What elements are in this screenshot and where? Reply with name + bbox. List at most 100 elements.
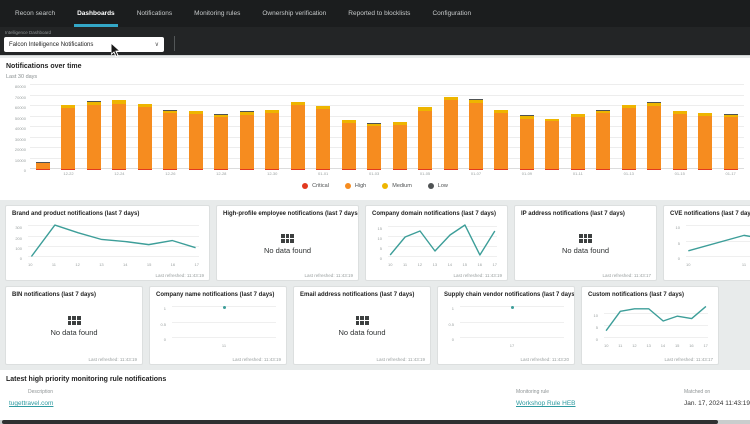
x-tick-label: 01-09 [520,171,534,176]
mini-x-tick: 16 [689,343,693,348]
bar-segment-high [367,126,381,169]
x-axis: 12-2212-2412-2612-2812-3001-0101-0301-05… [30,171,744,176]
mini-x-tick: 11 [222,343,226,348]
card-title: High-profile employee notifications (las… [223,211,352,218]
bar-01-06 [444,97,458,169]
monitoring-rule-link[interactable]: Workshop Rule HEB [516,400,576,407]
mini-gridline [172,322,276,323]
mini-line-chart: 10.50 11 [156,302,280,348]
mini-y-tick: 10 [594,313,598,318]
mini-x-tick: 17 [510,343,514,348]
legend-item-medium[interactable]: Medium [382,183,412,189]
bar-12-25 [138,104,152,169]
description-link[interactable]: tugettravel.com [9,400,53,407]
mini-y-tick: 10 [676,225,680,230]
x-tick-label [87,171,101,176]
bar-01-08 [494,110,508,169]
bar-segment-high [571,117,585,169]
tab-ownership-verification[interactable]: Ownership verification [251,0,337,27]
mini-x-tick: 14 [661,343,665,348]
card-title: Custom notifications (last 7 days) [588,292,712,299]
selector-label: Intelligence Dashboard [5,30,746,35]
tab-reported-to-blocklists[interactable]: Reported to blocklists [337,0,421,27]
bar-segment-high [469,103,483,169]
column-header-monitoring-rule: Monitoring rule [516,389,684,400]
line-series [28,223,199,257]
card-title: IP address notifications (last 7 days) [521,211,650,218]
mini-y-tick: 0 [380,256,382,261]
mini-y-tick: 0 [678,256,680,261]
column-header-description: Description [6,389,516,400]
bar-segment-high [418,111,432,169]
mini-y-axis: 1050 [588,304,601,338]
mini-x-tick: 14 [123,262,127,267]
x-tick-label [444,171,458,176]
tab-notifications[interactable]: Notifications [126,0,183,27]
mini-x-tick: 10 [604,343,608,348]
legend-item-critical[interactable]: Critical [302,183,329,189]
x-tick-label [189,171,203,176]
x-tick-label: 01-07 [469,171,483,176]
mini-plot-area [172,304,276,338]
tab-recon-search[interactable]: Recon search [4,0,66,27]
mini-x-tick: 17 [195,262,199,267]
tab-configuration[interactable]: Configuration [421,0,482,27]
bar-segment-high [138,107,152,168]
bar-12-31 [291,102,305,169]
legend-label: Medium [392,183,412,189]
latest-notifications-panel: Latest high priority monitoring rule not… [0,370,750,422]
legend-item-low[interactable]: Low [428,183,448,189]
last-refreshed: Last refreshed: 11:43:19 [233,357,281,362]
last-refreshed: Last refreshed: 11:43:19 [156,273,204,278]
y-axis: 8000070000600005000040000300002000010000… [6,85,30,169]
x-tick-label [647,171,661,176]
mini-x-tick: 13 [99,262,103,267]
mini-x-axis: 101112 [686,259,750,267]
cards-row-1: Brand and product notifications (last 7 … [0,200,750,281]
mini-y-tick: 0 [452,337,454,342]
mini-x-tick: 11 [618,343,622,348]
no-data-label: No data found [562,246,609,255]
mini-line-chart: 10.50 17 [444,302,568,348]
mini-plot-area [28,223,199,257]
no-data-label: No data found [50,328,97,337]
mini-x-tick: 15 [675,343,679,348]
x-tick-label [545,171,559,176]
bar-01-10 [545,119,559,169]
x-tick-label [698,171,712,176]
mini-x-tick: 12 [632,343,636,348]
mini-x-axis: 1011121314151617 [388,259,497,267]
bar-01-11 [571,114,585,169]
bar-12-26 [163,110,177,169]
mini-y-tick: 1 [452,306,454,311]
mini-x-axis: 1011121314151617 [28,259,199,267]
y-tick-label: 50000 [15,116,26,121]
scrollbar-thumb[interactable] [2,420,718,424]
tab-dashboards[interactable]: Dashboards [66,0,126,27]
tab-monitoring-rules[interactable]: Monitoring rules [183,0,251,27]
bar-segment-high [316,109,330,168]
legend-item-high[interactable]: High [345,183,366,189]
no-data-label: No data found [338,328,385,337]
chevron-down-icon: ∨ [155,41,159,48]
mini-y-axis: 10.50 [156,304,169,338]
x-tick-label: 01-01 [316,171,330,176]
mini-x-tick: 14 [448,262,452,267]
y-tick-label: 80000 [15,84,26,89]
bar-01-03 [367,123,381,169]
mini-y-axis: 10.50 [444,304,457,338]
mini-y-tick: 5 [596,325,598,330]
bar-segment-high [342,123,356,169]
column-header-matched-on: Matched on [684,389,750,400]
dashboard-selector[interactable]: Falcon Intelligence Notifications ∨ [4,37,164,52]
legend-label: Low [438,183,448,189]
x-tick-label [138,171,152,176]
mini-x-tick: 13 [646,343,650,348]
bar-01-15 [673,111,687,169]
card-title: Company domain notifications (last 7 day… [372,211,501,218]
mini-y-axis: 3002001000 [12,223,25,257]
mini-y-tick: 100 [15,246,22,251]
mini-y-tick: 300 [15,225,22,230]
legend-dot-low [428,183,434,189]
mini-y-tick: 1 [164,306,166,311]
